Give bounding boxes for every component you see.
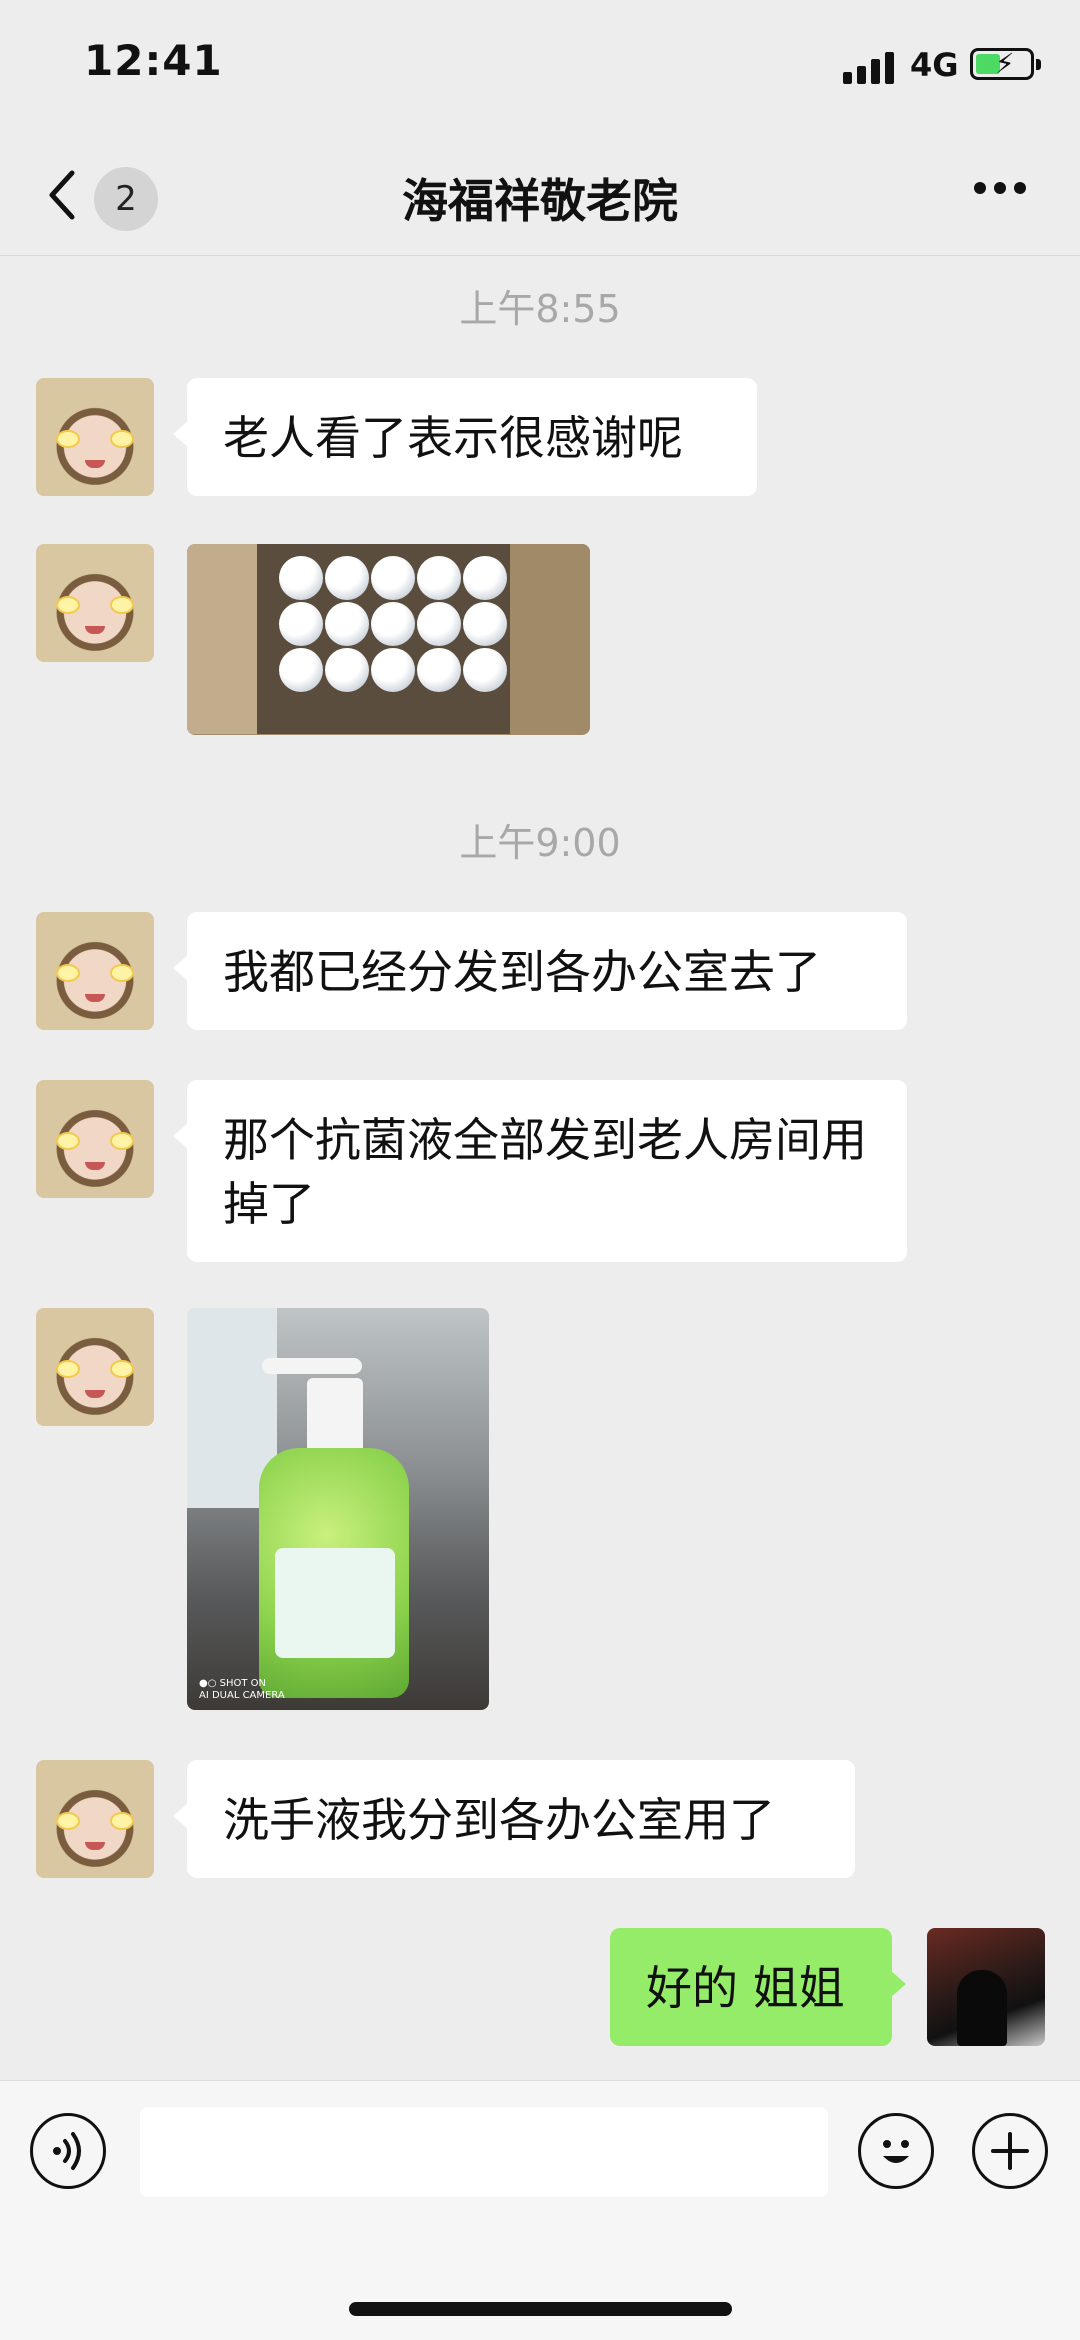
timestamp: 上午8:55 xyxy=(459,287,621,331)
camera-watermark: ●○ SHOT ON AI DUAL CAMERA xyxy=(199,1678,285,1701)
message-bubble[interactable]: 老人看了表示很感谢呢 xyxy=(173,378,757,496)
status-time: 12:41 xyxy=(84,36,223,85)
message-bubble[interactable]: 那个抗菌液全部发到老人房间用掉了 xyxy=(173,1080,907,1262)
network-type: 4G xyxy=(910,46,959,84)
battery-icon: ⚡ xyxy=(970,47,1041,80)
my-avatar[interactable] xyxy=(927,1928,1045,2046)
image-message-sanitizer[interactable]: ●○ SHOT ON AI DUAL CAMERA xyxy=(187,1308,489,1710)
plus-icon[interactable] xyxy=(972,2113,1048,2189)
chat-header: 2 海福祥敬老院 xyxy=(0,135,1080,256)
message-bubble[interactable]: 我都已经分发到各办公室去了 xyxy=(173,912,907,1030)
home-indicator xyxy=(349,2302,732,2316)
message-input[interactable] xyxy=(140,2107,828,2197)
input-bar xyxy=(0,2080,1080,2340)
contact-avatar[interactable] xyxy=(36,912,154,1030)
voice-icon[interactable] xyxy=(30,2113,106,2189)
contact-avatar[interactable] xyxy=(36,544,154,662)
signal-icon xyxy=(843,50,899,84)
message-bubble[interactable]: 洗手液我分到各办公室用了 xyxy=(173,1760,855,1878)
image-message-bottles[interactable] xyxy=(187,544,590,735)
status-bar: 12:41 4G ⚡ xyxy=(0,0,1080,135)
contact-avatar[interactable] xyxy=(36,1760,154,1878)
more-icon[interactable] xyxy=(970,182,1030,202)
message-list[interactable]: 上午8:55 老人看了表示很感谢呢 上午9:00 我都已经分发到各办公室去了 那… xyxy=(0,256,1080,2080)
emoji-icon[interactable] xyxy=(858,2113,934,2189)
timestamp: 上午9:00 xyxy=(459,821,621,865)
chat-title: 海福祥敬老院 xyxy=(402,174,678,228)
my-message-bubble[interactable]: 好的 姐姐 xyxy=(610,1928,906,2046)
contact-avatar[interactable] xyxy=(36,378,154,496)
contact-avatar[interactable] xyxy=(36,1080,154,1198)
contact-avatar[interactable] xyxy=(36,1308,154,1426)
